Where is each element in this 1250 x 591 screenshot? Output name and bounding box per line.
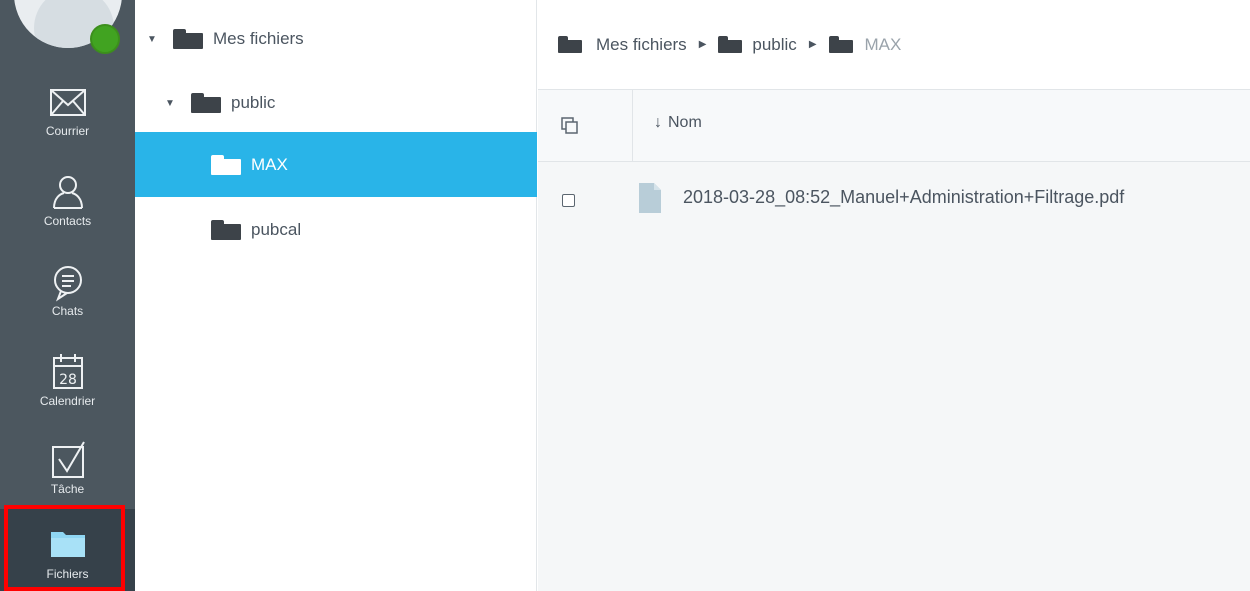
folder-icon xyxy=(558,36,582,53)
calendar-icon: 28 xyxy=(52,354,83,389)
file-list-header: ↓ Nom xyxy=(538,90,1250,162)
tree-item-label: public xyxy=(231,93,276,112)
breadcrumb-label: MAX xyxy=(864,34,902,54)
nav-item-label: Contacts xyxy=(43,214,92,228)
tree-item-label: pubcal xyxy=(251,220,302,239)
folder-tree: ▼ Mes fichiers ▼ public MAX pubcal xyxy=(135,0,537,591)
app-nav-rail: Courrier Contacts Chats 28 Calendrier Tâ… xyxy=(0,0,135,591)
tree-item-label: Mes fichiers xyxy=(213,29,304,48)
breadcrumb-separator-icon: ▶ xyxy=(698,39,707,50)
nav-item-calendrier[interactable]: 28 Calendrier xyxy=(0,342,135,428)
caret-down-icon[interactable]: ▼ xyxy=(147,34,159,45)
tree-item-mes-fichiers[interactable]: ▼ Mes fichiers xyxy=(135,16,537,62)
breadcrumb: Mes fichiers ▶ public ▶ MAX xyxy=(538,0,1250,90)
person-icon xyxy=(52,176,83,209)
calendar-day-number: 28 xyxy=(59,372,77,388)
column-name-label: Nom xyxy=(668,114,702,131)
arrow-down-icon: ↓ xyxy=(654,114,662,131)
caret-down-icon[interactable]: ▼ xyxy=(165,98,177,109)
tree-item-public[interactable]: ▼ public xyxy=(135,80,537,126)
select-all-column[interactable] xyxy=(538,90,633,162)
folder-icon xyxy=(173,29,203,49)
chat-icon xyxy=(53,266,82,302)
breadcrumb-separator-icon: ▶ xyxy=(808,39,817,50)
nav-item-label: Tâche xyxy=(50,482,85,496)
breadcrumb-label: Mes fichiers xyxy=(596,34,687,54)
file-browser-main: Mes fichiers ▶ public ▶ MAX ↓ Nom 2018-0… xyxy=(538,0,1250,591)
row-checkbox[interactable] xyxy=(562,194,575,207)
task-check-icon xyxy=(51,441,85,478)
breadcrumb-item-max: MAX xyxy=(828,34,902,55)
nav-item-tache[interactable]: Tâche xyxy=(0,430,135,516)
nav-item-contacts[interactable]: Contacts xyxy=(0,162,135,248)
breadcrumb-item-mes-fichiers[interactable]: Mes fichiers xyxy=(558,35,687,55)
nav-item-label: Fichiers xyxy=(46,567,89,581)
tree-item-pubcal[interactable]: pubcal xyxy=(135,207,537,253)
tree-item-max[interactable]: MAX xyxy=(135,132,537,197)
tree-item-label: MAX xyxy=(251,154,288,174)
mail-icon xyxy=(49,89,86,116)
document-file-icon xyxy=(639,183,661,213)
nav-item-label: Chats xyxy=(51,304,84,318)
folder-icon xyxy=(211,220,241,240)
nav-item-fichiers[interactable]: Fichiers xyxy=(0,509,135,591)
folder-icon xyxy=(50,532,85,557)
presence-status-indicator xyxy=(90,24,120,54)
nav-item-chats[interactable]: Chats xyxy=(0,252,135,338)
nav-item-label: Calendrier xyxy=(39,394,96,408)
nav-item-courrier[interactable]: Courrier xyxy=(0,72,135,158)
folder-icon xyxy=(828,36,853,53)
breadcrumb-item-public[interactable]: public xyxy=(718,34,797,55)
select-all-icon[interactable] xyxy=(560,116,580,136)
file-row[interactable]: 2018-03-28_08:52_Manuel+Administration+F… xyxy=(538,163,1250,237)
breadcrumb-label: public xyxy=(752,34,797,54)
sort-by-name[interactable]: ↓ Nom xyxy=(654,114,702,132)
folder-icon xyxy=(718,36,743,53)
file-name[interactable]: 2018-03-28_08:52_Manuel+Administration+F… xyxy=(683,187,1124,208)
folder-icon xyxy=(211,154,241,175)
folder-icon xyxy=(191,93,221,113)
nav-item-label: Courrier xyxy=(45,124,90,138)
